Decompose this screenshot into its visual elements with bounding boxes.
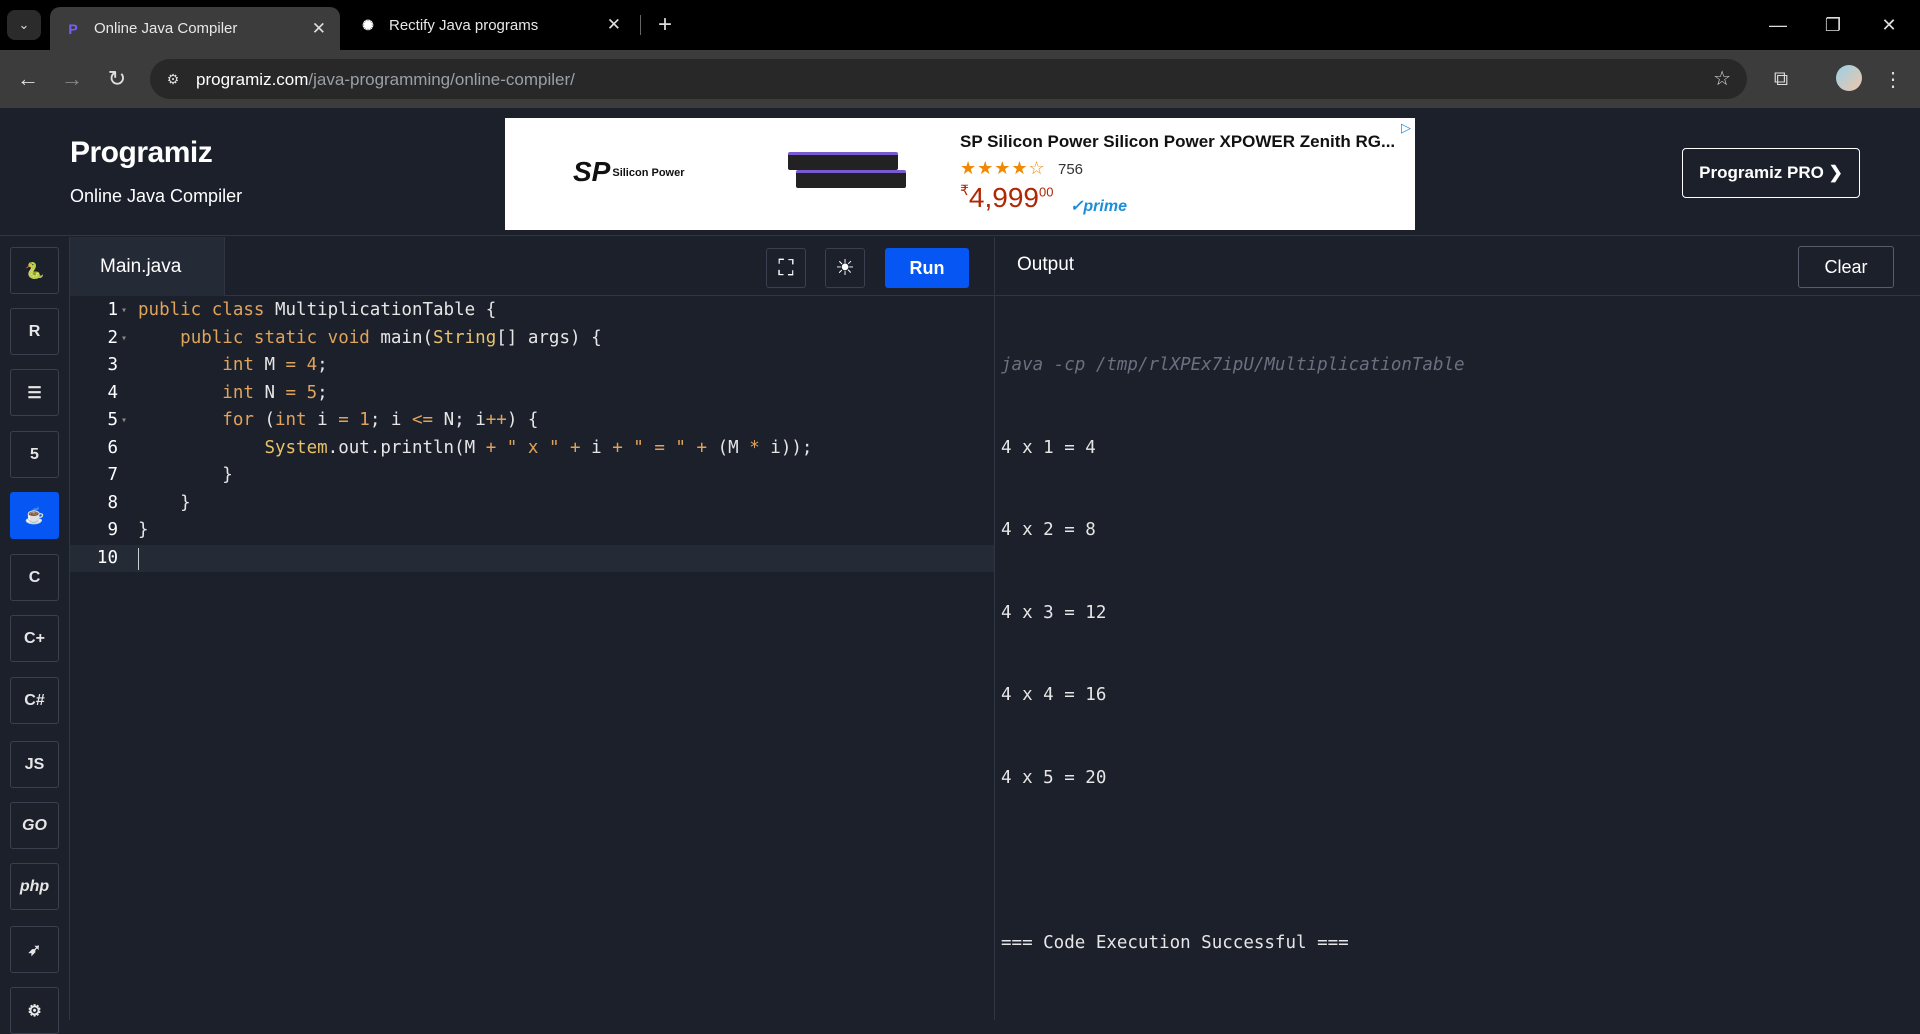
output-blank-line bbox=[1001, 847, 1465, 875]
python-icon[interactable]: 🐍 bbox=[10, 247, 59, 294]
site-header: Programiz Online Java Compiler SP Silicon… bbox=[0, 108, 1920, 236]
output-panel: Output Clear java -cp /tmp/rlXPEx7ipU/Mu… bbox=[995, 237, 1920, 1020]
go-icon[interactable]: GO bbox=[10, 802, 59, 849]
output-line: 4 x 3 = 12 bbox=[1001, 602, 1107, 623]
tab-title: Online Java Compiler bbox=[94, 20, 238, 37]
code-line: 3 int M = 4; bbox=[107, 355, 328, 375]
output-line: 4 x 1 = 4 bbox=[1001, 437, 1096, 458]
csharp-icon[interactable]: C# bbox=[10, 677, 59, 724]
tab-separator bbox=[640, 15, 641, 35]
ad-product-title[interactable]: SP Silicon Power Silicon Power XPOWER Ze… bbox=[960, 132, 1395, 152]
file-tab-main-java[interactable]: Main.java bbox=[70, 237, 225, 296]
programiz-logo[interactable]: Programiz bbox=[70, 136, 213, 170]
close-window-icon[interactable]: ✕ bbox=[1866, 8, 1912, 42]
code-line: 7 } bbox=[107, 465, 233, 485]
tab-title: Rectify Java programs bbox=[389, 16, 539, 34]
code-line: 8 } bbox=[107, 492, 191, 513]
clear-button[interactable]: Clear bbox=[1798, 246, 1894, 288]
r-language-icon[interactable]: R bbox=[10, 308, 59, 355]
output-line: 4 x 5 = 20 bbox=[1001, 767, 1107, 788]
output-toolbar: Output Clear bbox=[995, 237, 1920, 296]
code-line-current: 10 bbox=[70, 544, 995, 572]
minimize-icon[interactable]: — bbox=[1755, 8, 1801, 42]
profile-avatar[interactable] bbox=[1836, 65, 1862, 91]
close-tab-icon[interactable]: ✕ bbox=[607, 15, 621, 35]
code-area[interactable]: 1 ▾ public class MultiplicationTable { 2 ▾ … bbox=[70, 297, 995, 572]
forward-icon[interactable]: → bbox=[56, 63, 88, 95]
code-line: 9} bbox=[107, 520, 149, 540]
bookmark-star-icon[interactable]: ☆ bbox=[1713, 66, 1731, 91]
fullscreen-icon[interactable]: ⛶ bbox=[766, 248, 806, 288]
html5-icon[interactable]: 5 bbox=[10, 431, 59, 478]
php-icon[interactable]: php bbox=[10, 863, 59, 910]
address-bar-row: ← → ↻ ⚙ programiz.com/java-programming/o… bbox=[0, 50, 1920, 108]
browser-tab-active[interactable]: P Online Java Compiler ✕ bbox=[50, 7, 340, 50]
extensions-icon[interactable]: ⧉ bbox=[1768, 66, 1794, 92]
page-subtitle: Online Java Compiler bbox=[70, 186, 243, 206]
programiz-pro-button[interactable]: Programiz PRO ❯ bbox=[1682, 148, 1860, 198]
editor-toolbar: Main.java ⛶ ☀ Run bbox=[70, 237, 995, 296]
output-line: 4 x 4 = 16 bbox=[1001, 685, 1107, 705]
output-status-line: === Code Execution Successful === bbox=[1001, 932, 1349, 953]
ad-price: ₹4,99900 bbox=[960, 182, 1054, 213]
url-bar[interactable]: ⚙ programiz.com/java-programming/online-… bbox=[150, 59, 1747, 99]
output-console[interactable]: java -cp /tmp/rlXPEx7ipU/MultiplicationT… bbox=[1001, 297, 1465, 1012]
cpp-icon[interactable]: C+ bbox=[10, 615, 59, 662]
code-line: 2 ▾ public static void main(String[] args… bbox=[107, 327, 602, 348]
ad-product-image bbox=[788, 148, 906, 194]
javascript-icon[interactable]: JS bbox=[10, 741, 59, 788]
adchoices-icon[interactable]: ▷ bbox=[1401, 120, 1411, 136]
output-title: Output bbox=[1017, 254, 1075, 275]
code-editor-panel: Main.java ⛶ ☀ Run 1 ▾ public class Multipl… bbox=[70, 237, 995, 1020]
code-line: 1 ▾ public class MultiplicationTable { bbox=[107, 300, 497, 320]
advertisement-banner[interactable]: SP Silicon Power SP Silicon Power Silicon… bbox=[505, 118, 1415, 230]
rust-icon[interactable]: ⚙ bbox=[10, 987, 59, 1034]
programiz-favicon-icon: P bbox=[68, 20, 78, 37]
ad-prime-badge: ✓prime bbox=[1070, 198, 1127, 215]
output-command: java -cp /tmp/rlXPEx7ipU/MultiplicationT… bbox=[1001, 355, 1465, 375]
code-line: 4 int N = 5; bbox=[107, 382, 328, 403]
new-tab-icon[interactable]: + bbox=[650, 10, 680, 40]
theme-toggle-sun-icon[interactable]: ☀ bbox=[825, 248, 865, 288]
url-text[interactable]: programiz.com/java-programming/online-co… bbox=[196, 70, 575, 90]
menu-kebab-icon[interactable]: ⋮ bbox=[1880, 66, 1906, 92]
c-language-icon[interactable]: C bbox=[10, 554, 59, 601]
tab-search-button[interactable]: ⌄ bbox=[7, 10, 41, 40]
ad-brand-logo: SP Silicon Power bbox=[573, 156, 685, 187]
chatgpt-favicon-icon: ✺ bbox=[362, 16, 374, 33]
browser-tab[interactable]: ✺ Rectify Java programs ✕ bbox=[345, 7, 635, 43]
browser-tab-bar: ⌄ P Online Java Compiler ✕ ✺ Rectify Jav… bbox=[0, 0, 1920, 50]
code-line: 5 ▾ for (int i = 1; i <= N; i++) { bbox=[107, 410, 539, 430]
swift-icon[interactable]: ➶ bbox=[10, 926, 59, 973]
close-tab-icon[interactable]: ✕ bbox=[312, 19, 326, 39]
reload-icon[interactable]: ↻ bbox=[101, 63, 133, 95]
restore-icon[interactable]: ❐ bbox=[1810, 8, 1856, 42]
language-sidebar: 🐍 R ☰ 5 ☕ C C+ C# JS GO php ➶ ⚙ bbox=[0, 237, 70, 1034]
back-icon[interactable]: ← bbox=[12, 63, 44, 95]
ad-review-count: 756 bbox=[1058, 161, 1084, 178]
ad-rating-stars: ★★★★☆ bbox=[960, 158, 1046, 178]
run-button[interactable]: Run bbox=[885, 248, 969, 288]
site-info-icon[interactable]: ⚙ bbox=[162, 68, 184, 90]
sql-database-icon[interactable]: ☰ bbox=[10, 369, 59, 416]
output-line: 4 x 2 = 8 bbox=[1001, 520, 1096, 540]
java-icon[interactable]: ☕ bbox=[10, 492, 59, 539]
code-line: 6 System.out.println(M + " x " + i + " =… bbox=[107, 437, 813, 458]
